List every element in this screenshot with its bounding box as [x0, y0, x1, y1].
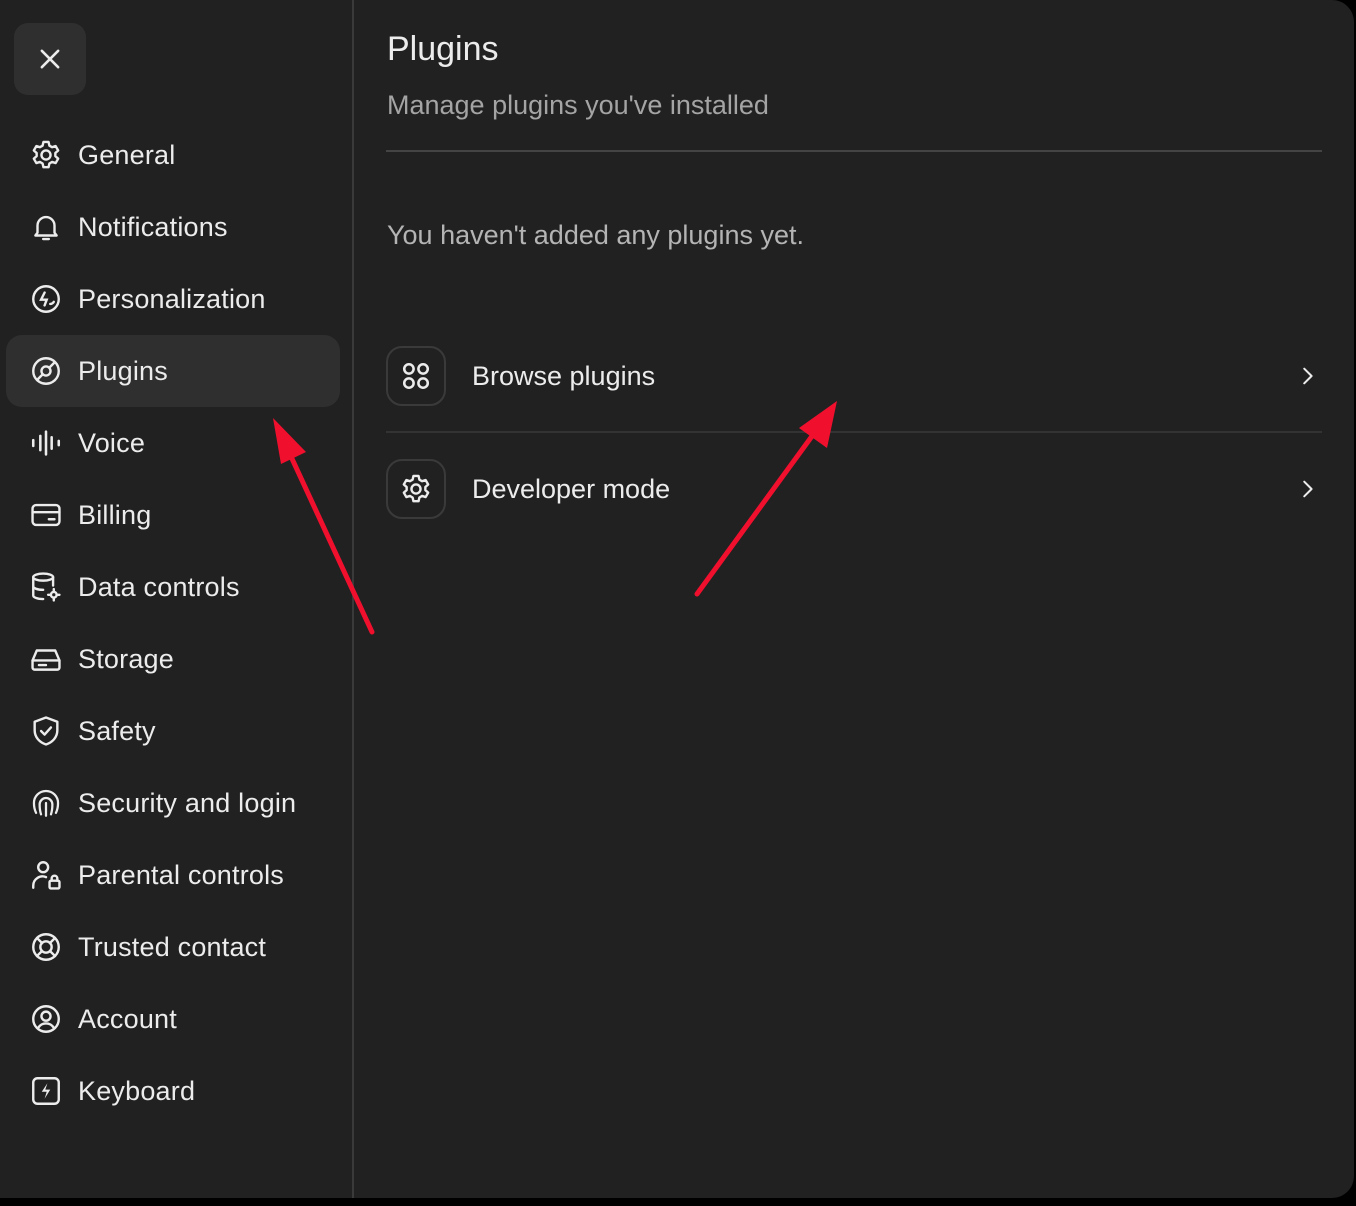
- plugins-icon: [28, 353, 64, 389]
- settings-sidebar: General Notifications Personalization Pl…: [0, 0, 354, 1198]
- sidebar-item-parental-controls[interactable]: Parental controls: [6, 839, 340, 911]
- sidebar-item-label: Security and login: [78, 787, 297, 818]
- sidebar-item-label: Parental controls: [78, 859, 285, 890]
- security-fingerprint-icon: [28, 785, 64, 821]
- sidebar-item-general[interactable]: General: [6, 119, 340, 191]
- voice-waveform-icon: [28, 425, 64, 461]
- sidebar-item-storage[interactable]: Storage: [6, 623, 340, 695]
- chevron-right-icon: [1292, 474, 1322, 504]
- developer-mode-row[interactable]: Developer mode: [386, 444, 1322, 534]
- sidebar-item-keyboard[interactable]: Keyboard: [6, 1055, 340, 1127]
- sidebar-item-account[interactable]: Account: [6, 983, 340, 1055]
- bell-icon: [28, 209, 64, 245]
- close-button[interactable]: [14, 23, 86, 95]
- settings-nav: General Notifications Personalization Pl…: [6, 119, 340, 1127]
- sidebar-item-data-controls[interactable]: Data controls: [6, 551, 340, 623]
- page-title: Plugins: [387, 30, 499, 68]
- gear-icon: [28, 137, 64, 173]
- sidebar-item-label: Plugins: [78, 355, 168, 386]
- close-icon: [40, 49, 60, 69]
- apps-grid-icon: [386, 346, 446, 406]
- gear-icon: [386, 459, 446, 519]
- sidebar-item-personalization[interactable]: Personalization: [6, 263, 340, 335]
- chevron-right-icon: [1292, 361, 1322, 391]
- sidebar-item-plugins[interactable]: Plugins: [6, 335, 340, 407]
- personalization-icon: [28, 281, 64, 317]
- sidebar-item-safety[interactable]: Safety: [6, 695, 340, 767]
- sidebar-item-notifications[interactable]: Notifications: [6, 191, 340, 263]
- person-lock-icon: [28, 857, 64, 893]
- browse-plugins-row[interactable]: Browse plugins: [386, 331, 1322, 421]
- browse-plugins-label: Browse plugins: [472, 360, 656, 391]
- empty-state-message: You haven't added any plugins yet.: [387, 220, 804, 250]
- sidebar-item-label: Keyboard: [78, 1075, 196, 1106]
- sidebar-item-billing[interactable]: Billing: [6, 479, 340, 551]
- shield-check-icon: [28, 713, 64, 749]
- sidebar-item-label: Voice: [78, 427, 146, 458]
- sidebar-item-label: Storage: [78, 643, 174, 674]
- sidebar-item-label: General: [78, 139, 176, 170]
- sidebar-item-label: Billing: [78, 499, 152, 530]
- lifebuoy-icon: [28, 929, 64, 965]
- sidebar-item-label: Trusted contact: [78, 931, 267, 962]
- sidebar-item-label: Account: [78, 1003, 177, 1034]
- database-gear-icon: [28, 569, 64, 605]
- storage-drive-icon: [28, 641, 64, 677]
- developer-mode-label: Developer mode: [472, 473, 671, 504]
- page-subtitle: Manage plugins you've installed: [387, 90, 769, 120]
- sidebar-item-label: Safety: [78, 715, 156, 746]
- row-divider: [386, 431, 1322, 433]
- keyboard-bolt-icon: [28, 1073, 64, 1109]
- plugins-panel: Plugins Manage plugins you've installed …: [354, 0, 1354, 1198]
- settings-dialog: General Notifications Personalization Pl…: [0, 0, 1354, 1198]
- credit-card-icon: [28, 497, 64, 533]
- sidebar-item-trusted-contact[interactable]: Trusted contact: [6, 911, 340, 983]
- sidebar-item-label: Notifications: [78, 211, 228, 242]
- sidebar-item-label: Data controls: [78, 571, 240, 602]
- header-divider: [386, 150, 1322, 152]
- user-circle-icon: [28, 1001, 64, 1037]
- sidebar-item-voice[interactable]: Voice: [6, 407, 340, 479]
- sidebar-item-label: Personalization: [78, 283, 266, 314]
- sidebar-item-security-and-login[interactable]: Security and login: [6, 767, 340, 839]
